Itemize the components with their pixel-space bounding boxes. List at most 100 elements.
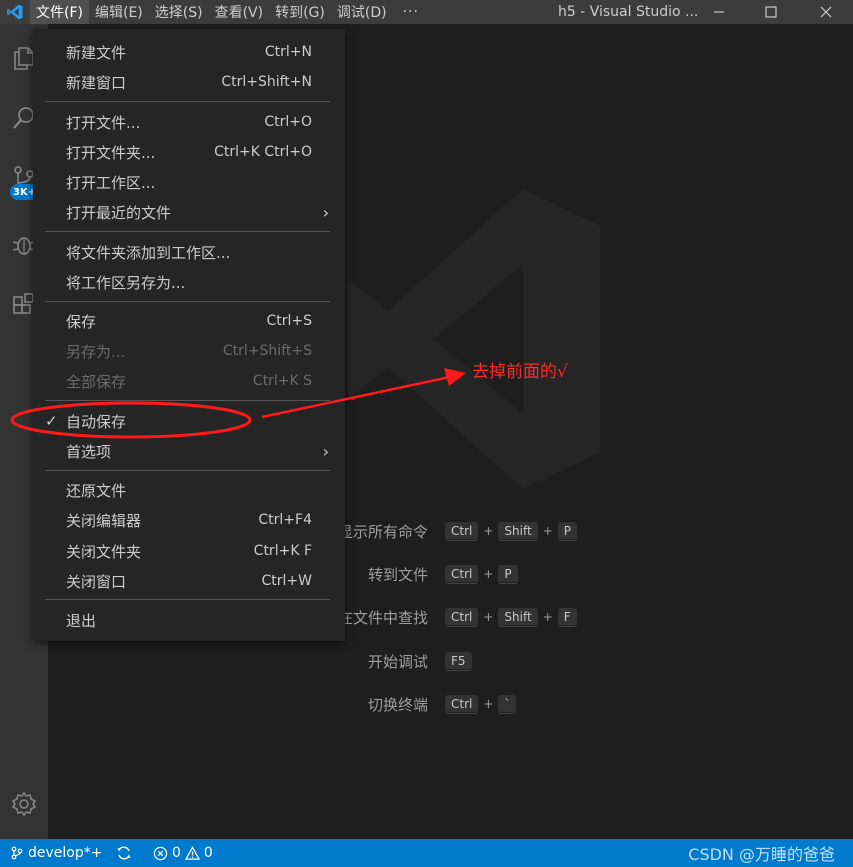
window-title: h5 - Visual Studio ... [558,4,699,20]
hint-row: 切换终端 Ctrl + ` [48,693,848,715]
menu-separator [45,231,330,232]
annotation-text: 去掉前面的√ [472,362,568,382]
hint-label: 切换终端 [367,695,428,714]
menu-item-save-workspace-as[interactable]: 将工作区另存为... [33,267,345,297]
key-cap: F [557,607,577,627]
key-cap: Ctrl [445,521,479,541]
menu-item-save-as[interactable]: 另存为... Ctrl+Shift+S [33,336,345,366]
menu-item-close-editor[interactable]: 关闭编辑器 Ctrl+F4 [33,505,345,535]
plus-sign: + [483,567,494,581]
menu-item-open-recent[interactable]: 打开最近的文件 › [33,197,345,227]
plus-sign: + [542,610,553,624]
menu-item-preferences[interactable]: 首选项 › [33,436,345,466]
key-cap: Ctrl [445,564,479,584]
warning-icon [184,845,200,860]
menu-item-label: 保存 [66,312,97,331]
key-cap: Ctrl [445,607,479,627]
menu-item-revert-file[interactable]: 还原文件 [33,475,345,505]
menu-item-save[interactable]: 保存 Ctrl+S [33,306,345,336]
close-icon [820,6,832,18]
menu-item-label: 退出 [66,611,97,630]
key-cap: P [557,521,578,541]
menu-separator [45,599,330,600]
menu-item-open-workspace[interactable]: 打开工作区... [33,167,345,197]
branch-name: develop*+ [28,845,103,861]
menu-item-label: 全部保存 [66,372,127,391]
menu-separator [45,101,330,102]
key-combo: Ctrl + ` [445,694,517,714]
menu-item-label: 首选项 [66,442,112,461]
menu-edit[interactable]: 编辑(E) [89,0,149,24]
menu-go[interactable]: 转到(G) [269,0,331,24]
menu-item-label: 关闭窗口 [66,572,127,591]
problems-indicator[interactable]: 0 0 [153,839,213,867]
menu-item-auto-save[interactable]: ✓ 自动保存 [33,406,345,436]
maximize-icon [765,6,777,18]
plus-sign: + [483,524,494,538]
menu-item-save-all[interactable]: 全部保存 Ctrl+K S [33,366,345,396]
settings-gear-icon[interactable] [0,780,48,828]
git-branch-icon [11,846,23,860]
menu-item-label: 打开最近的文件 [66,203,172,222]
menu-item-label: 打开文件夹... [66,143,156,162]
sync-icon [117,846,131,860]
menu-item-label: 关闭编辑器 [66,511,142,530]
menu-more-button[interactable]: ··· [393,0,429,24]
plus-sign: + [483,610,494,624]
close-window-button[interactable] [800,0,852,24]
submenu-arrow-icon: › [322,441,329,461]
minimize-button[interactable] [693,0,745,24]
menu-debug[interactable]: 调试(D) [331,0,393,24]
key-cap: F5 [445,651,472,671]
menu-separator [45,400,330,401]
status-bar: develop*+ 0 0 CSDN @万睡的爸爸 [0,839,853,867]
key-combo: Ctrl + Shift + P [445,521,578,541]
menu-item-close-window[interactable]: 关闭窗口 Ctrl+W [33,566,345,596]
menu-item-open-file[interactable]: 打开文件... Ctrl+O [33,107,345,137]
menu-selection[interactable]: 选择(S) [149,0,209,24]
submenu-arrow-icon: › [322,202,329,222]
error-icon [153,846,168,860]
key-combo: Ctrl + P [445,564,518,584]
menu-separator [45,470,330,471]
menu-item-close-folder[interactable]: 关闭文件夹 Ctrl+K F [33,536,345,566]
menu-view[interactable]: 查看(V) [209,0,270,24]
menu-item-shortcut: Ctrl+K Ctrl+O [214,144,312,160]
menu-item-shortcut: Ctrl+N [264,44,312,60]
menu-file[interactable]: 文件(F) [30,0,89,24]
hint-label: 显示所有命令 [337,522,428,541]
key-cap: Shift [498,521,538,541]
warning-count: 0 [203,845,213,861]
minimize-icon [714,11,724,13]
menu-item-shortcut: Ctrl+K F [253,543,312,559]
plus-sign: + [542,524,553,538]
menu-item-add-folder-to-workspace[interactable]: 将文件夹添加到工作区... [33,237,345,267]
vscode-logo-icon [0,0,30,24]
branch-indicator[interactable]: develop*+ [10,839,102,867]
menu-item-exit[interactable]: 退出 [33,605,345,635]
file-menu-dropdown: 新建文件 Ctrl+N 新建窗口 Ctrl+Shift+N 打开文件... Ct… [33,29,345,641]
menu-item-shortcut: Ctrl+W [261,573,312,589]
menu-item-shortcut: Ctrl+F4 [258,512,312,528]
error-count: 0 [172,845,181,861]
menu-item-label: 另存为... [66,342,126,361]
menu-item-new-file[interactable]: 新建文件 Ctrl+N [33,37,345,67]
menu-item-shortcut: Ctrl+Shift+N [221,74,312,90]
menu-item-label: 新建文件 [66,43,127,62]
hint-label: 开始调试 [367,652,428,671]
menu-item-label: 将文件夹添加到工作区... [66,243,231,262]
menu-item-label: 将工作区另存为... [66,273,186,292]
vscode-watermark-icon [348,189,600,489]
menu-item-label: 新建窗口 [66,73,127,92]
menu-item-label: 关闭文件夹 [66,542,142,561]
maximize-button[interactable] [745,0,797,24]
hint-label: 在文件中查找 [337,608,428,627]
menu-item-open-folder[interactable]: 打开文件夹... Ctrl+K Ctrl+O [33,137,345,167]
key-cap: Ctrl [445,694,479,714]
menu-item-new-window[interactable]: 新建窗口 Ctrl+Shift+N [33,67,345,97]
title-bar: 文件(F) 编辑(E) 选择(S) 查看(V) 转到(G) 调试(D) ··· … [0,0,853,24]
sync-button[interactable] [116,839,132,867]
key-combo: Ctrl + Shift + F [445,607,577,627]
menu-item-shortcut: Ctrl+Shift+S [222,343,312,359]
menu-item-shortcut: Ctrl+O [264,114,312,130]
